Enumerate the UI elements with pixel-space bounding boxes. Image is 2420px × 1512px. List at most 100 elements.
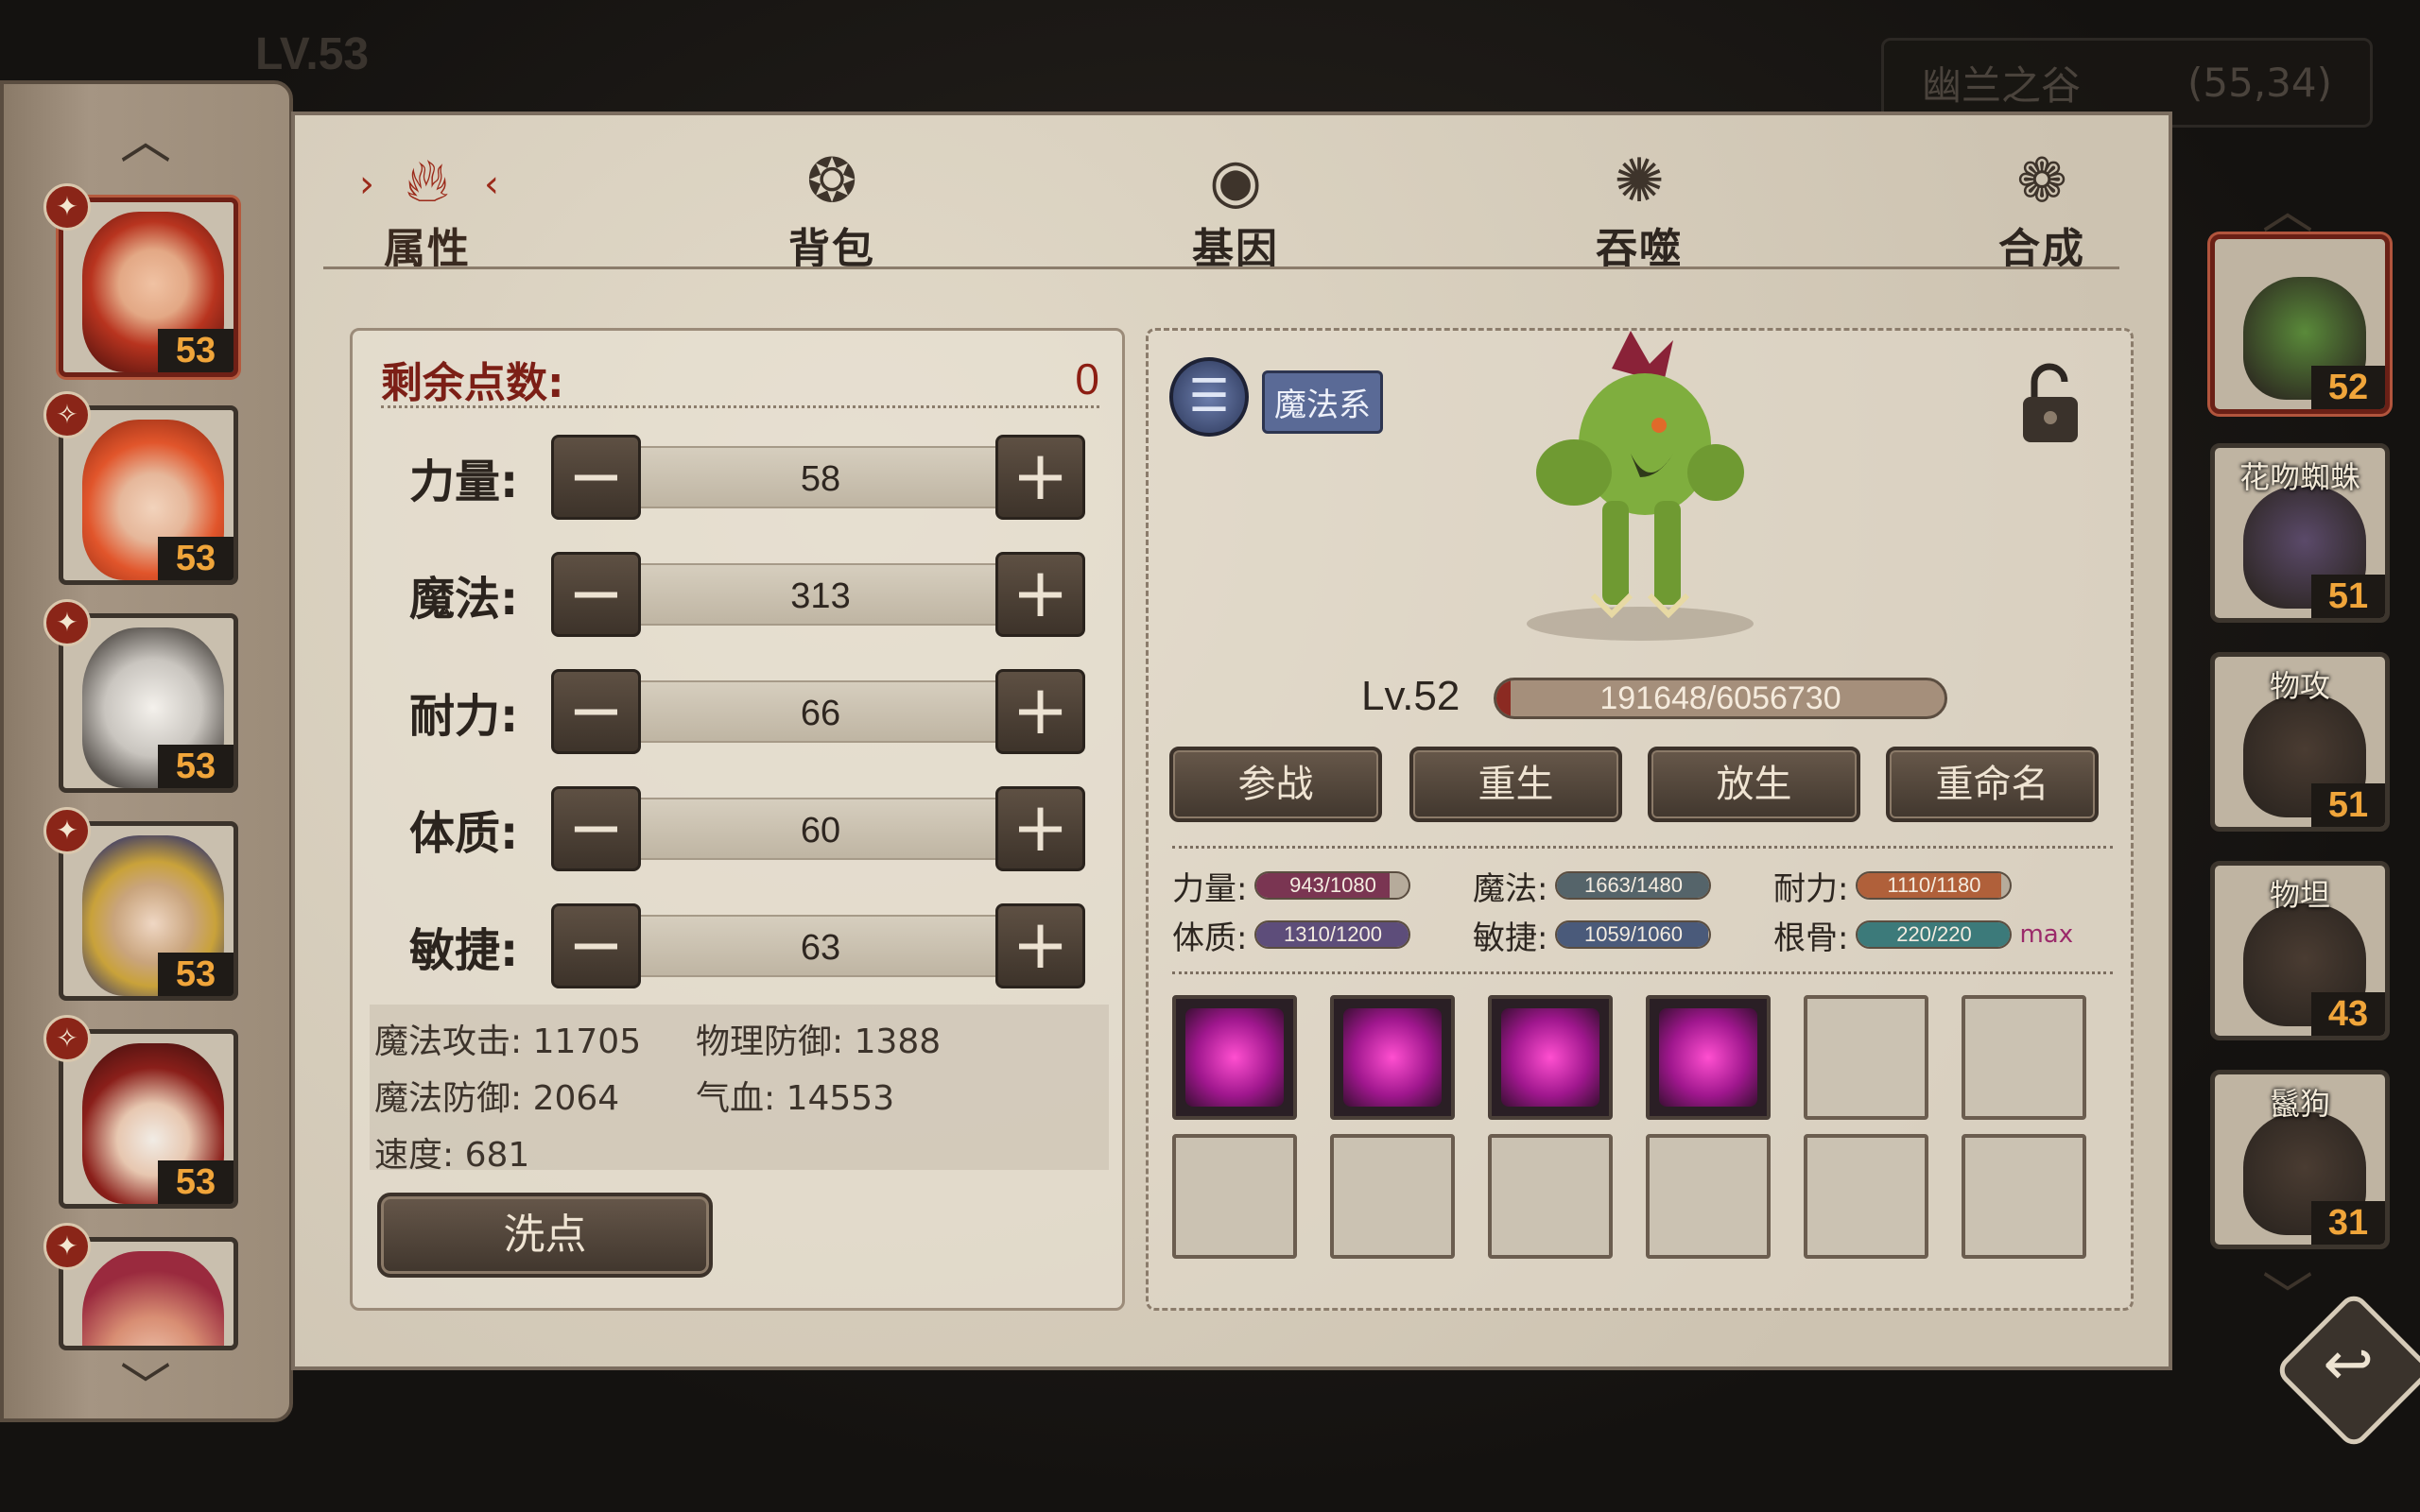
attr-label: 魔法: (409, 573, 519, 626)
pet-info-card: ☰ 魔法系 Lv.52 191648/6056730 参战 重生 放生 重命名 … (1146, 328, 2134, 1311)
pet-name: 鬣狗 (2269, 1086, 2330, 1122)
minus-button[interactable]: − (551, 903, 641, 988)
aptitude-label: 耐力: (1773, 869, 1849, 908)
skill-slot-empty[interactable] (1646, 1134, 1771, 1259)
aptitude-label: 敏捷: (1473, 919, 1548, 957)
attr-label: 力量: (409, 455, 519, 508)
minus-button[interactable]: − (551, 786, 641, 871)
aptitude-bar: 1310/1200 (1254, 920, 1411, 949)
skill-slot-empty[interactable] (1330, 1134, 1455, 1259)
hero-level: 53 (158, 745, 233, 788)
aptitude-item: 根骨: 220/220 max (1773, 914, 2073, 957)
skill-icon (1501, 1008, 1599, 1107)
hero-badge-icon: ✧ (43, 1015, 91, 1062)
hero-level: 53 (158, 953, 233, 996)
skill-slot-filled[interactable] (1330, 995, 1455, 1120)
hero-badge-icon: ✦ (43, 183, 91, 231)
tab-divider (323, 266, 2119, 269)
swirl-icon: ❁ (2016, 146, 2067, 216)
skill-slot-empty[interactable] (1488, 1134, 1613, 1259)
hero-portrait-2[interactable]: 53 (59, 405, 238, 585)
aptitude-label: 体质: (1172, 919, 1248, 957)
tab-devour[interactable]: ✺ 吞噬 (1554, 148, 1724, 275)
pet-thumb[interactable]: 鬣狗 31 (2210, 1070, 2390, 1249)
plus-button[interactable]: + (995, 552, 1085, 637)
aptitude-label: 根骨: (1773, 919, 1849, 957)
skill-slot-empty[interactable] (1962, 995, 2086, 1120)
hero-badge-icon: ✦ (43, 807, 91, 854)
scroll-down-icon[interactable]: ﹀ (117, 1363, 174, 1414)
skill-slot-empty[interactable] (1804, 1134, 1928, 1259)
skill-slot-filled[interactable] (1488, 995, 1613, 1120)
game-screen: LV.53 幽兰之谷 (55,34) ︿ 53 ✦ 53 ✧ 53 ✦ 53 ✦… (0, 0, 2420, 1512)
hero-portrait-4[interactable]: 53 (59, 821, 238, 1001)
plus-button[interactable]: + (995, 903, 1085, 988)
remaining-points-label: 剩余点数: (381, 358, 564, 407)
tab-attributes[interactable]: 🔥︎ 属性 (342, 148, 512, 275)
attr-row-magic: 魔法: 313 − + (409, 552, 1109, 637)
plus-button[interactable]: + (995, 786, 1085, 871)
skill-slot-filled[interactable] (1172, 995, 1297, 1120)
attr-row-endurance: 耐力: 66 − + (409, 669, 1109, 754)
minus-button[interactable]: − (551, 435, 641, 520)
agility-stepper: 63 − + (551, 903, 1085, 988)
menu-icon[interactable]: ☰ (1169, 357, 1249, 437)
aptitude-bar: 1663/1480 (1555, 871, 1712, 900)
magic-stepper: 313 − + (551, 552, 1085, 637)
hero-portrait-1[interactable]: 53 (59, 198, 238, 377)
pet-thumb[interactable]: 花吻蜘蛛 51 (2210, 443, 2390, 623)
scroll-down-icon[interactable]: ﹀ (2262, 1255, 2313, 1330)
unlock-icon[interactable] (2017, 359, 2083, 449)
rename-button[interactable]: 重命名 (1886, 747, 2099, 822)
hp-stat: 气血: 14553 (696, 1079, 895, 1118)
hero-portrait-3[interactable]: 53 (59, 613, 238, 793)
derived-stats: 魔法攻击: 11705 物理防御: 1388 魔法防御: 2064 气血: 14… (370, 1005, 1109, 1175)
magic-attack: 魔法攻击: 11705 (374, 1022, 642, 1061)
tab-bag[interactable]: ❂ 背包 (747, 148, 917, 275)
flame-icon: 🔥︎ (405, 146, 450, 216)
skill-slot-filled[interactable] (1646, 995, 1771, 1120)
aptitude-value: 1663/1480 (1583, 873, 1683, 897)
pet-level: 51 (2311, 575, 2385, 618)
attr-label: 体质: (409, 807, 519, 860)
scroll-up-icon[interactable]: ︿ (2262, 168, 2313, 243)
aptitude-bar: 220/220 (1856, 920, 2013, 949)
battle-button[interactable]: 参战 (1169, 747, 1382, 822)
magic-defense: 魔法防御: 2064 (374, 1079, 620, 1118)
aptitude-value: 943/1080 (1289, 873, 1376, 897)
pet-list: ︿ 52 花吻蜘蛛 51 物攻 51 物坦 43 鬣狗 31 ﹀ (2172, 112, 2420, 1370)
aptitude-value: 1059/1060 (1583, 922, 1683, 946)
tab-gene[interactable]: ◉ 基因 (1150, 148, 1321, 275)
remaining-points-row: 剩余点数: 0 (381, 352, 1099, 408)
hero-portrait-5[interactable]: 53 (59, 1029, 238, 1209)
skill-slot-empty[interactable] (1962, 1134, 2086, 1259)
tab-synthesis[interactable]: ❁ 合成 (1957, 148, 2127, 275)
player-level: LV.53 (255, 29, 370, 79)
scroll-up-icon[interactable]: ︿ (117, 115, 174, 166)
hero-badge-icon: ✦ (43, 599, 91, 646)
pet-thumb[interactable]: 52 (2210, 234, 2390, 414)
hero-level: 53 (158, 537, 233, 580)
minus-button[interactable]: − (551, 669, 641, 754)
aptitude-label: 力量: (1172, 869, 1248, 908)
aptitude-value: 1110/1180 (1887, 873, 1981, 897)
skill-icon (1343, 1008, 1442, 1107)
aptitude-bar: 943/1080 (1254, 871, 1411, 900)
pet-thumb[interactable]: 物坦 43 (2210, 861, 2390, 1040)
pet-level: 43 (2311, 992, 2385, 1036)
minus-button[interactable]: − (551, 552, 641, 637)
rebirth-button[interactable]: 重生 (1409, 747, 1622, 822)
hero-badge-icon: ✧ (43, 391, 91, 438)
attr-row-strength: 力量: 58 − + (409, 435, 1109, 520)
skill-slot-empty[interactable] (1172, 1134, 1297, 1259)
remaining-points-value: 0 (1075, 353, 1099, 404)
release-button[interactable]: 放生 (1648, 747, 1860, 822)
skill-slot-empty[interactable] (1804, 995, 1928, 1120)
pet-thumb[interactable]: 物攻 51 (2210, 652, 2390, 832)
hero-badge-icon: ✦ (43, 1223, 91, 1270)
plus-button[interactable]: + (995, 669, 1085, 754)
aptitude-bar: 1110/1180 (1856, 871, 2013, 900)
reset-points-button[interactable]: 洗点 (377, 1193, 713, 1278)
plus-button[interactable]: + (995, 435, 1085, 520)
constitution-stepper: 60 − + (551, 786, 1085, 871)
